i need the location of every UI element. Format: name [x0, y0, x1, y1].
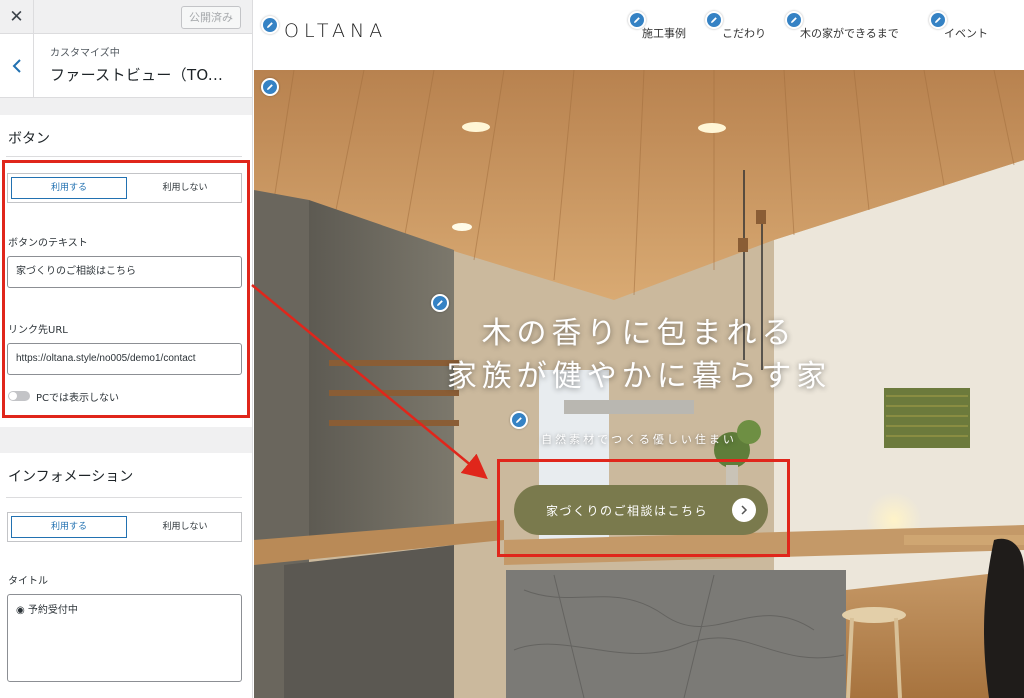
- info-title-textarea[interactable]: ◉ 予約受付中: [7, 594, 242, 682]
- info-use-toggle: 利用する 利用しない: [7, 512, 242, 542]
- edit-shortcut-icon[interactable]: [510, 411, 528, 429]
- hero-subtitle: 自然素材でつくる優しい住まい: [541, 433, 737, 446]
- info-use-off[interactable]: 利用しない: [130, 516, 240, 538]
- edit-shortcut-icon[interactable]: [261, 16, 279, 34]
- information-settings-panel: インフォメーション 利用する 利用しない タイトル ◉ 予約受付中: [0, 453, 252, 698]
- edit-shortcut-icon[interactable]: [431, 294, 449, 312]
- customizer-topbar: ✕ 公開済み: [0, 0, 252, 34]
- nav-item-commitment[interactable]: こだわり: [722, 25, 766, 41]
- edit-shortcut-icon[interactable]: [261, 78, 279, 96]
- hero-title-line2: 家族が健やかに暮らす家: [446, 359, 832, 394]
- nav-item-event[interactable]: イベント: [944, 25, 988, 41]
- hero-section: 木の香りに包まれる 家族が健やかに暮らす家 自然素材でつくる優しい住まい 家づく…: [254, 70, 1024, 698]
- info-use-on[interactable]: 利用する: [11, 516, 127, 538]
- nav-item-process[interactable]: 木の家ができるまで: [800, 25, 899, 41]
- site-preview: OLTANA 施工事例 こだわり 木の家ができるまで イベント 木の香りに包まれ…: [254, 0, 1024, 698]
- site-logo[interactable]: OLTANA: [284, 20, 387, 42]
- annotation-highlight-settings: [2, 160, 250, 418]
- section-header: カスタマイズ中 ファーストビュー（TO...: [0, 34, 252, 98]
- divider: [6, 156, 242, 157]
- info-title-label: タイトル: [8, 576, 48, 587]
- annotation-highlight-cta: [497, 459, 790, 557]
- publish-button[interactable]: 公開済み: [181, 6, 241, 29]
- edit-shortcut-icon[interactable]: [705, 11, 723, 29]
- divider: [6, 497, 242, 498]
- close-icon[interactable]: ✕: [0, 0, 34, 34]
- button-panel-title: ボタン: [8, 131, 50, 147]
- nav-item-works[interactable]: 施工事例: [642, 25, 686, 41]
- section-subtitle: カスタマイズ中: [50, 48, 120, 59]
- edit-shortcut-icon[interactable]: [628, 11, 646, 29]
- chevron-left-icon[interactable]: [0, 34, 34, 97]
- info-panel-title: インフォメーション: [8, 469, 134, 485]
- customizer-sidebar: ✕ 公開済み カスタマイズ中 ファーストビュー（TO... ボタン 利用する 利…: [0, 0, 253, 698]
- edit-shortcut-icon[interactable]: [929, 11, 947, 29]
- hero-title-line1: 木の香りに包まれる: [481, 316, 797, 351]
- edit-shortcut-icon[interactable]: [785, 11, 803, 29]
- section-title: ファーストビュー（TO...: [50, 66, 224, 84]
